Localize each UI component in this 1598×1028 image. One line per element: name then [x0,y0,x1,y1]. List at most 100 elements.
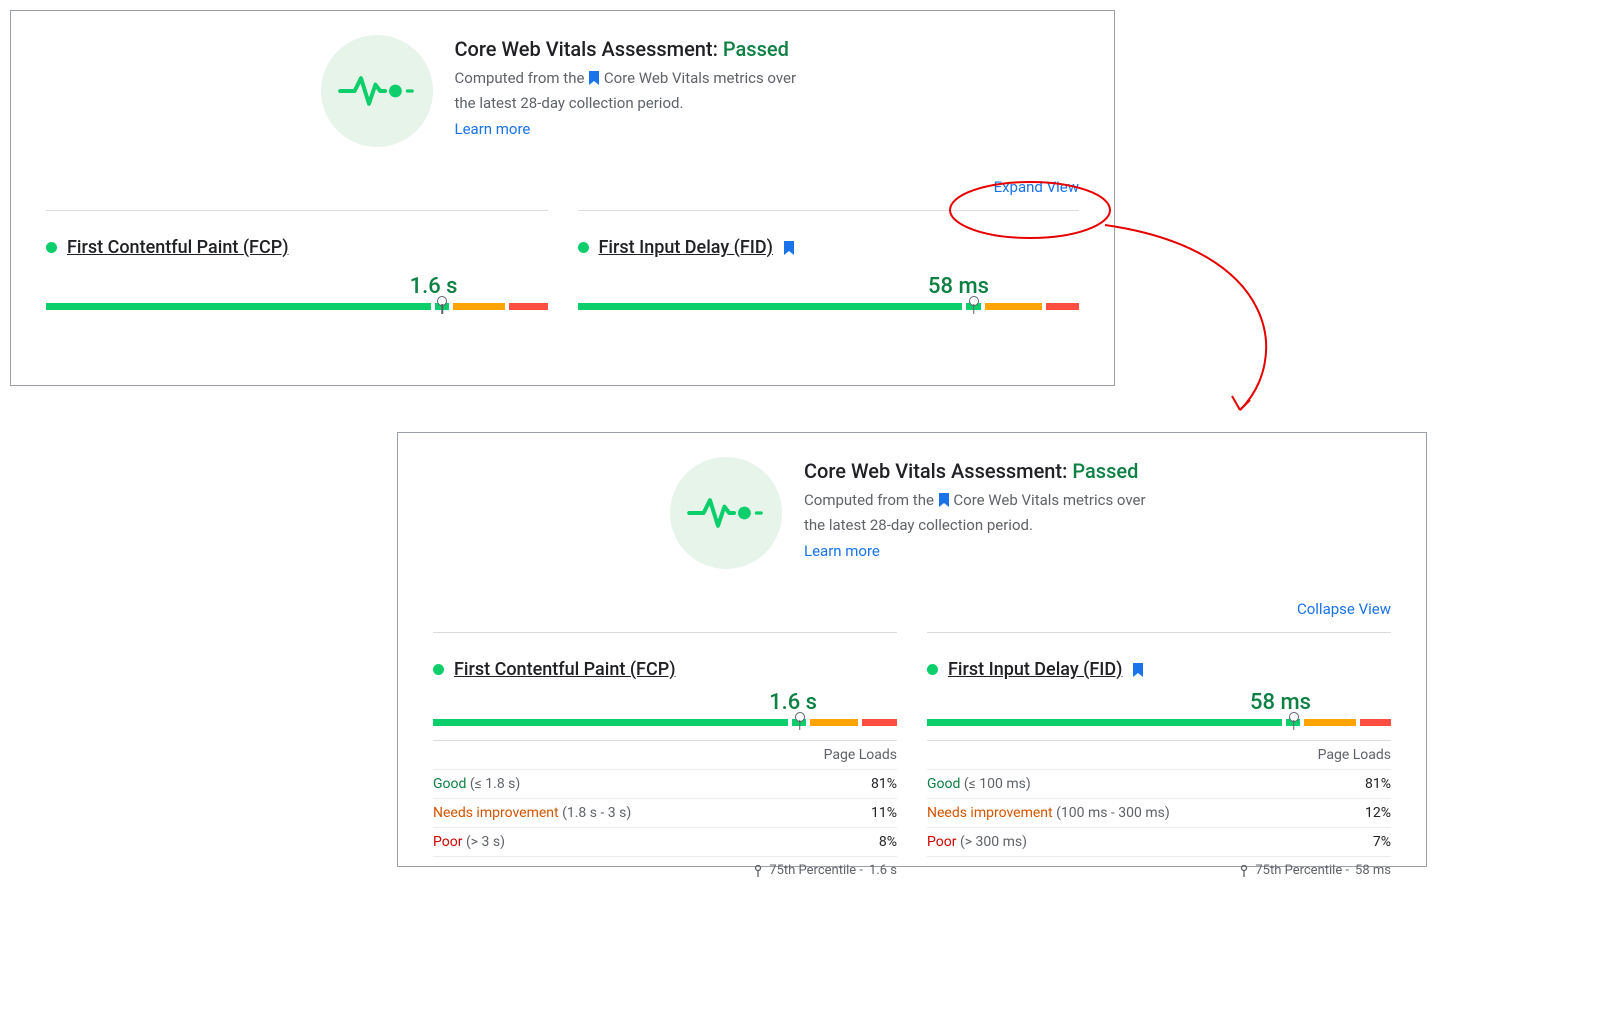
cwv-status: Passed [1072,459,1138,483]
range-good: (≤ 100 ms) [964,776,1031,792]
range-ni: (100 ms - 300 ms) [1056,805,1170,821]
bar-good-segment [927,719,1282,726]
bookmark-icon [588,69,600,92]
cwv-title-prefix: Core Web Vitals Assessment: [455,37,723,61]
breakdown-fid: Page Loads Good (≤ 100 ms) 81% Needs imp… [927,740,1391,884]
metric-value-fcp: 1.6 s [46,274,548,299]
expand-view-link[interactable]: Expand View [994,178,1079,196]
metric-name-fcp[interactable]: First Contentful Paint (FCP) [67,237,289,258]
percentile-marker-stem-icon [973,304,975,314]
bar-ni-segment [810,719,858,726]
metric-fcp: First Contentful Paint (FCP) 1.6 s [46,210,548,310]
breakdown-row-ni: Needs improvement (100 ms - 300 ms) 12% [927,799,1391,828]
breakdown-row-poor: Poor (> 300 ms) 7% [927,828,1391,857]
cwv-header-content: Core Web Vitals Assessment: Passed Compu… [321,35,805,147]
status-dot-good-icon [927,664,938,675]
bar-ni-segment [985,303,1042,310]
percentile-marker-stem-icon [799,720,801,730]
cwv-status: Passed [723,37,789,61]
metric-value-fid: 58 ms [927,690,1391,715]
vitals-pulse-icon [321,35,433,147]
bookmark-icon [938,491,950,514]
metric-name-row-fid: First Input Delay (FID) [927,659,1391,680]
percentile-prefix: 75th Percentile - [769,863,863,878]
metric-value-fid: 58 ms [578,274,1080,299]
percentile-marker-stem-icon [441,304,443,314]
status-dot-good-icon [46,242,57,253]
cwv-header-texts: Core Web Vitals Assessment: Passed Compu… [455,35,805,138]
collapse-view-link[interactable]: Collapse View [1297,600,1391,618]
metric-name-fid[interactable]: First Input Delay (FID) [599,237,773,258]
metric-fcp: First Contentful Paint (FCP) 1.6 s Page … [433,632,897,884]
cwv-header-texts: Core Web Vitals Assessment: Passed Compu… [804,457,1154,560]
bar-good-segment [46,303,431,310]
status-dot-good-icon [578,242,589,253]
metrics-row: First Contentful Paint (FCP) 1.6 s First… [46,210,1079,310]
distribution-bar-fid [578,303,1080,310]
metric-fid: First Input Delay (FID) 58 ms Page Loads [927,632,1391,884]
toggle-row: Collapse View [433,599,1391,618]
metric-name-fid[interactable]: First Input Delay (FID) [948,659,1122,680]
cwv-card-collapsed: Core Web Vitals Assessment: Passed Compu… [10,10,1115,386]
bar-poor-segment [1046,303,1079,310]
breakdown-footer: 75th Percentile - 58 ms [927,857,1391,884]
vitals-pulse-icon [670,457,782,569]
metric-value-fcp: 1.6 s [433,690,897,715]
cwv-desc-prefix: Computed from the [804,491,938,509]
percentile-value: 58 ms [1355,863,1391,878]
bar-good-segment [578,303,963,310]
label-good: Good [927,776,960,792]
label-good: Good [433,776,466,792]
breakdown-row-ni: Needs improvement (1.8 s - 3 s) 11% [433,799,897,828]
status-dot-good-icon [433,664,444,675]
cwv-description: Computed from the Core Web Vitals metric… [455,67,805,114]
breakdown-row-good: Good (≤ 100 ms) 81% [927,770,1391,799]
pct-poor: 8% [879,834,897,850]
cwv-header-content: Core Web Vitals Assessment: Passed Compu… [670,457,1154,569]
metrics-row: First Contentful Paint (FCP) 1.6 s Page … [433,632,1391,884]
breakdown-fcp: Page Loads Good (≤ 1.8 s) 81% Needs impr… [433,740,897,884]
pct-ni: 11% [871,805,897,821]
label-poor: Poor [433,834,462,850]
cwv-title: Core Web Vitals Assessment: Passed [455,37,805,61]
bar-ni-segment [1304,719,1357,726]
pct-good: 81% [871,776,897,792]
range-good: (≤ 1.8 s) [470,776,520,792]
metric-name-fcp[interactable]: First Contentful Paint (FCP) [454,659,676,680]
learn-more-link[interactable]: Learn more [804,542,1154,560]
toggle-row: Expand View [46,177,1079,196]
bookmark-icon [783,241,795,255]
cwv-title: Core Web Vitals Assessment: Passed [804,459,1154,483]
breakdown-row-poor: Poor (> 3 s) 8% [433,828,897,857]
pct-good: 81% [1365,776,1391,792]
cwv-header: Core Web Vitals Assessment: Passed Compu… [46,35,1079,147]
learn-more-link[interactable]: Learn more [455,120,805,138]
range-poor: (> 3 s) [466,834,505,850]
metric-name-row-fcp: First Contentful Paint (FCP) [433,659,897,680]
label-ni: Needs improvement [927,805,1053,821]
metric-name-row-fcp: First Contentful Paint (FCP) [46,237,548,258]
metric-name-row-fid: First Input Delay (FID) [578,237,1080,258]
label-ni: Needs improvement [433,805,559,821]
cwv-description: Computed from the Core Web Vitals metric… [804,489,1154,536]
breakdown-row-good: Good (≤ 1.8 s) 81% [433,770,897,799]
range-poor: (> 300 ms) [960,834,1027,850]
distribution-bar-fcp [46,303,548,310]
breakdown-header: Page Loads [927,741,1391,770]
distribution-bar-fid [927,719,1391,726]
percentile-value: 1.6 s [869,863,897,878]
bar-poor-segment [509,303,547,310]
bar-poor-segment [1360,719,1391,726]
pct-ni: 12% [1365,805,1391,821]
bar-poor-segment [862,719,897,726]
bookmark-icon [1132,663,1144,677]
percentile-prefix: 75th Percentile - [1255,863,1349,878]
percentile-marker-small-icon [1239,865,1249,877]
pct-poor: 7% [1373,834,1391,850]
distribution-bar-fcp [433,719,897,726]
percentile-marker-stem-icon [1293,720,1295,730]
bar-good-segment [433,719,788,726]
cwv-header: Core Web Vitals Assessment: Passed Compu… [433,457,1391,569]
metric-fid: First Input Delay (FID) 58 ms [578,210,1080,310]
cwv-title-prefix: Core Web Vitals Assessment: [804,459,1072,483]
